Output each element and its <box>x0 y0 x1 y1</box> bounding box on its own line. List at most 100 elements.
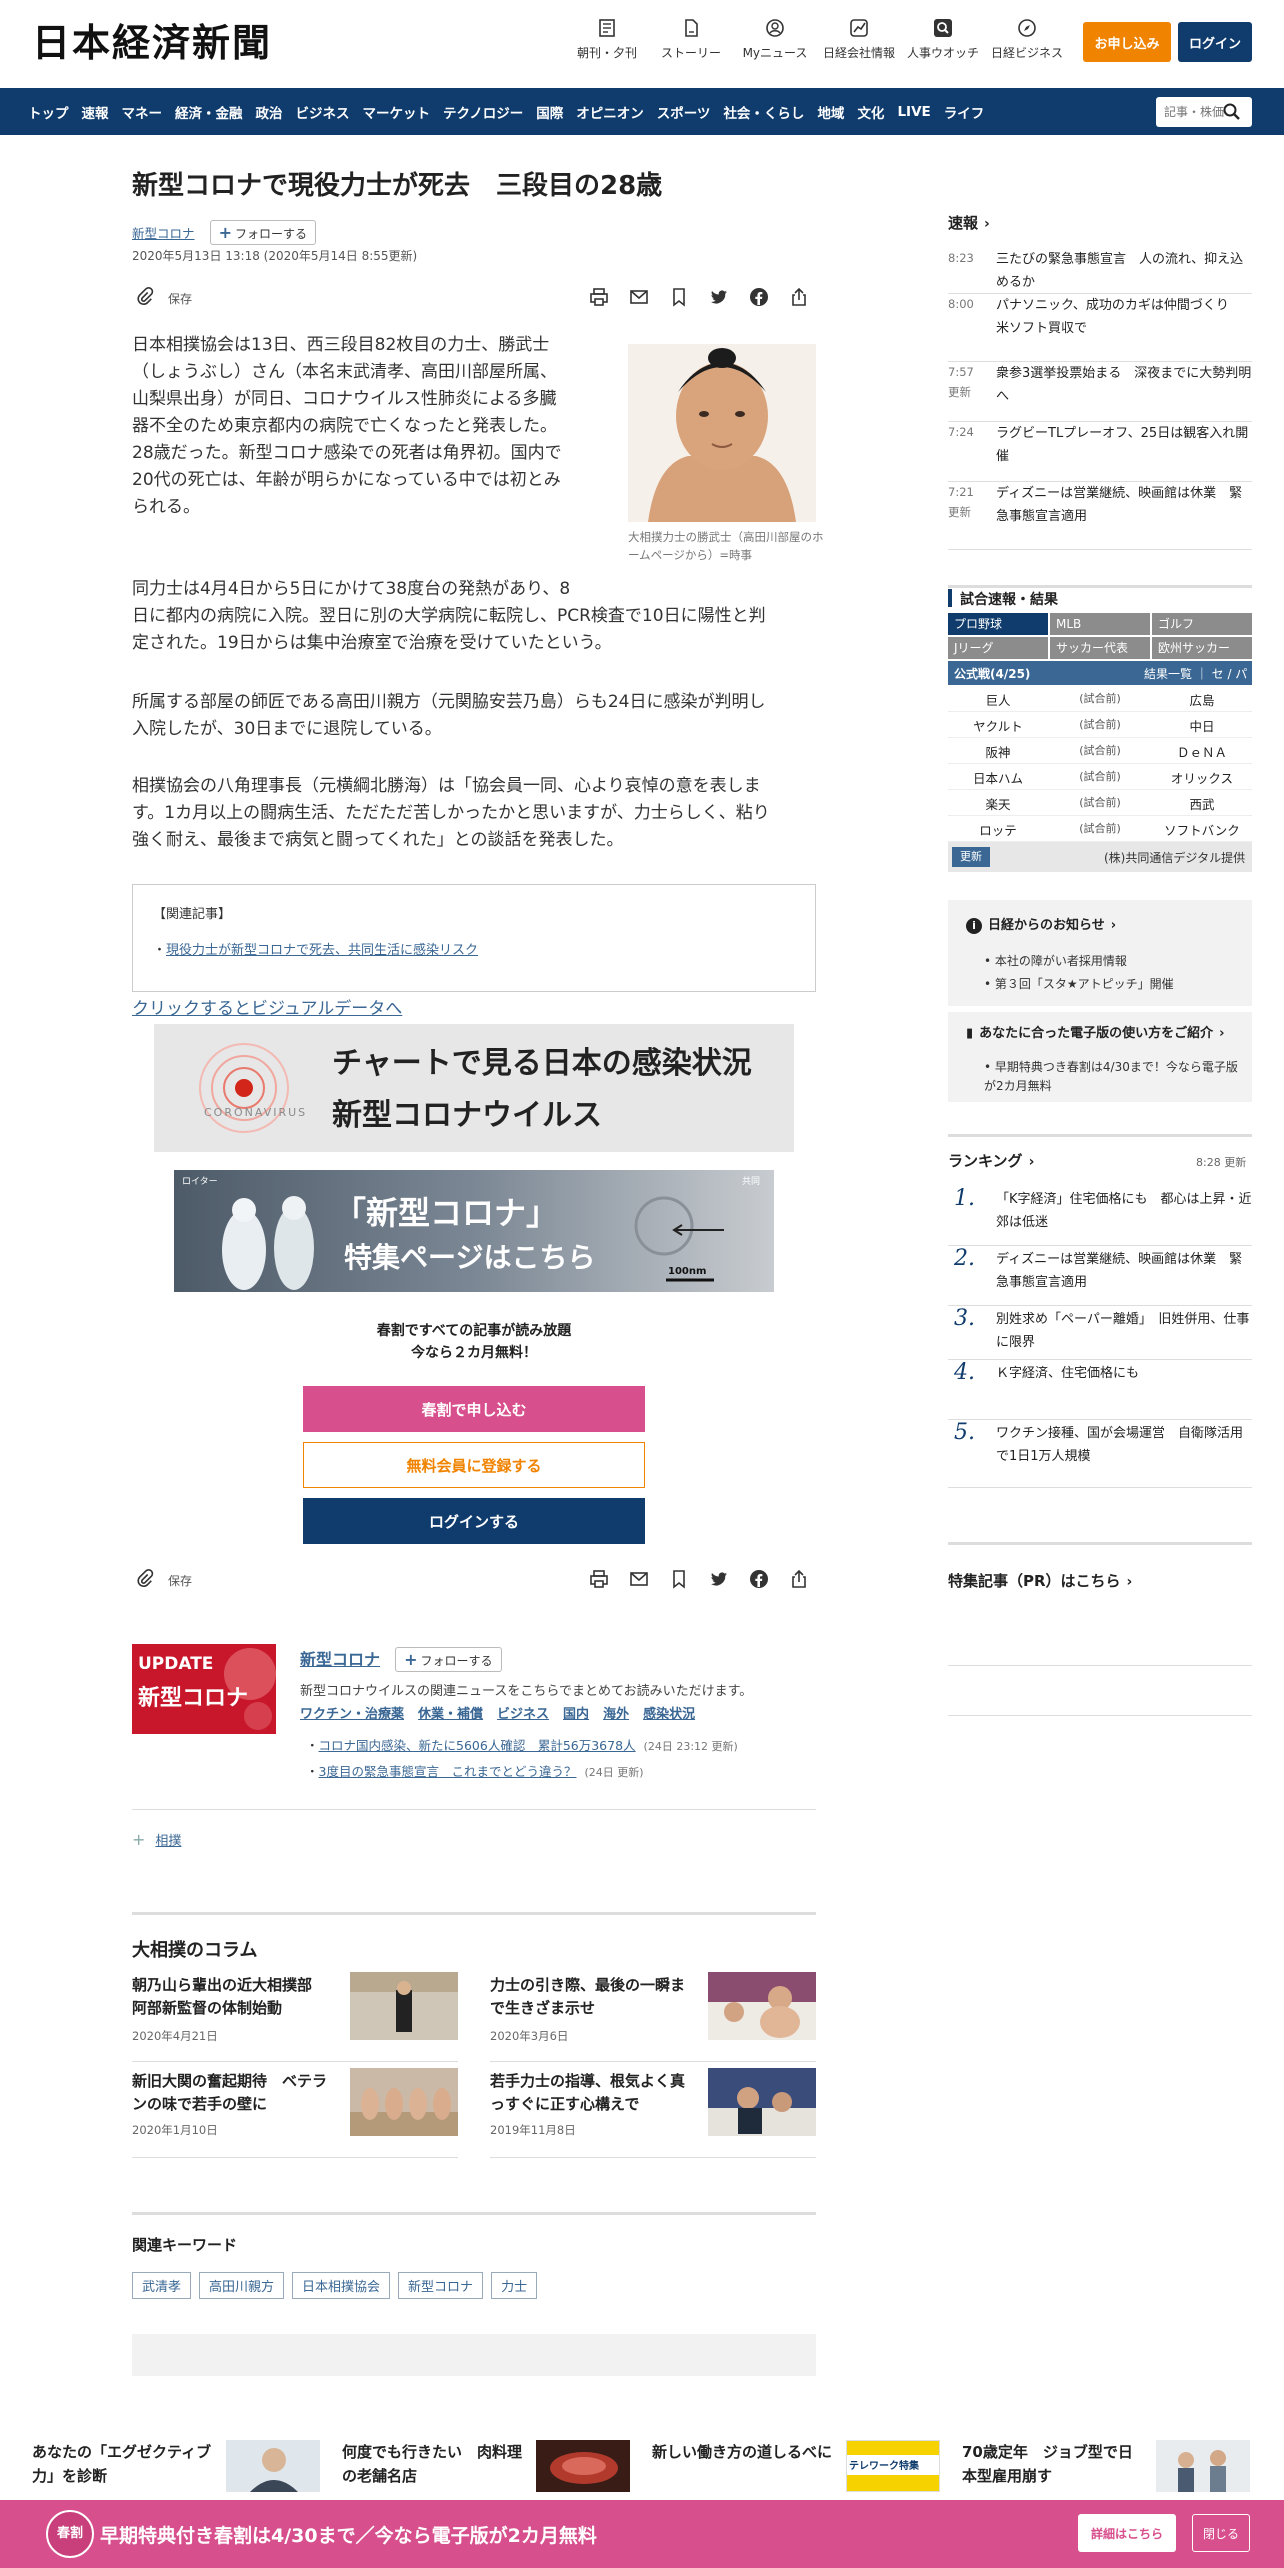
flash-heading[interactable]: 速報 › <box>948 212 990 233</box>
ranking-item[interactable]: 2. ディズニーは営業継続、映画館は休業 緊急事態宣言適用 <box>948 1246 1252 1306</box>
search-icon[interactable] <box>1222 102 1242 122</box>
apply-button[interactable]: お申し込み <box>1083 22 1171 62</box>
nav-item[interactable]: トップ <box>28 102 82 122</box>
column-item[interactable]: 若手力士の指導、根気よく真っすぐに正す心構えで 2019年11月8日 <box>490 2068 816 2158</box>
print-icon[interactable] <box>588 286 610 308</box>
score-game-row[interactable]: 巨人 (試合前) 広島 <box>948 686 1252 712</box>
notice-item[interactable]: • 第３回「スタ★アトピッチ」開催 <box>984 975 1174 992</box>
nav-item[interactable]: 社会・くらし <box>723 102 817 122</box>
save-label[interactable]: 保存 <box>168 290 192 307</box>
topic-sublink[interactable]: ワクチン・治療薬 <box>300 1707 404 1722</box>
twitter-icon[interactable] <box>708 1568 730 1590</box>
score-tab[interactable]: MLB <box>1050 613 1150 635</box>
topic-link[interactable]: 新型コロナ <box>132 226 195 241</box>
keyword-tag[interactable]: 新型コロナ <box>398 2272 484 2299</box>
header-link-jinji[interactable]: 人事ウオッチ <box>898 18 988 61</box>
nav-item[interactable]: 国際 <box>536 102 576 122</box>
share-icon[interactable] <box>788 1568 810 1590</box>
print-icon[interactable] <box>588 1568 610 1590</box>
topic-sublink[interactable]: 休業・補償 <box>418 1707 483 1722</box>
score-tab[interactable]: ゴルフ <box>1152 613 1252 635</box>
nav-item[interactable]: 文化 <box>857 102 897 122</box>
corona-special-banner[interactable]: ロイター 共同 「新型コロナ」 特集ページはこちら 100nm <box>174 1170 774 1292</box>
login-article-button[interactable]: ログインする <box>303 1498 645 1544</box>
share-icon[interactable] <box>788 286 810 308</box>
topic-sublink[interactable]: 感染状況 <box>643 1707 695 1722</box>
recommend-item[interactable]: 70歳定年 ジョブ型で日本型雇用崩す <box>962 2440 1252 2496</box>
nav-item[interactable]: スポーツ <box>657 102 724 122</box>
score-sub-links[interactable]: 結果一覧 ｜ セ / パ <box>1144 665 1247 682</box>
topic-sublink[interactable]: ビジネス <box>497 1707 549 1722</box>
twitter-icon[interactable] <box>708 286 730 308</box>
topic-item-link[interactable]: コロナ国内感染、新たに5606人確認 累計56万3678人 <box>319 1738 636 1753</box>
column-item[interactable]: 新旧大関の奮起期待 ベテランの味で若手の壁に 2020年1月10日 <box>132 2068 458 2158</box>
howto-heading[interactable]: ▮ あなたに合った電子版の使い方をご紹介 › <box>966 1022 1225 1041</box>
close-bar-button[interactable]: 閉じる <box>1192 2514 1250 2552</box>
header-link-business[interactable]: 日経ビジネス <box>982 18 1072 61</box>
subscribe-button[interactable]: 春割で申し込む <box>303 1386 645 1432</box>
detail-button[interactable]: 詳細はこちら <box>1078 2514 1176 2552</box>
visual-data-link[interactable]: クリックするとビジュアルデータへ <box>132 994 402 1019</box>
nav-item[interactable]: ビジネス <box>296 102 363 122</box>
ranking-item[interactable]: 4. Ｋ字経済、住宅価格にも <box>948 1360 1252 1420</box>
ranking-heading[interactable]: ランキング › <box>948 1150 1034 1171</box>
nav-item[interactable]: オピニオン <box>576 102 657 122</box>
score-tab[interactable]: Jリーグ <box>948 637 1048 659</box>
bookmark-icon[interactable] <box>668 286 690 308</box>
paperclip-icon[interactable] <box>136 286 154 308</box>
score-game-row[interactable]: ロッテ (試合前) ソフトバンク <box>948 816 1252 842</box>
nav-item[interactable]: LIVE <box>897 104 943 120</box>
nav-item[interactable]: 経済・金融 <box>175 102 256 122</box>
score-game-row[interactable]: 阪神 (試合前) ＤｅＮＡ <box>948 738 1252 764</box>
score-tab[interactable]: 欧州サッカー <box>1152 637 1252 659</box>
keyword-tag[interactable]: 力士 <box>491 2272 538 2299</box>
subscription-bar-text[interactable]: 早期特典付き春割は4/30まで／今なら電子版が2カ月無料 <box>100 2521 597 2548</box>
howto-item[interactable]: • 早期特典つき春割は4/30まで！今なら電子版が2カ月無料 <box>984 1058 1240 1096</box>
header-link-company[interactable]: 日経会社情報 <box>814 18 904 61</box>
ranking-item[interactable]: 5. ワクチン接種、国が会場運営 自衛隊活用で1日1万人規模 <box>948 1420 1252 1488</box>
nav-item[interactable]: 政治 <box>256 102 296 122</box>
header-link-paper[interactable]: 朝刊・夕刊 <box>562 18 652 61</box>
recommend-item[interactable]: 何度でも行きたい 肉料理の老舗名店 <box>342 2440 632 2496</box>
save-label[interactable]: 保存 <box>168 1572 192 1589</box>
column-item[interactable]: 力士の引き際、最後の一瞬まで生きざま示せ 2020年3月6日 <box>490 1972 816 2062</box>
score-update-button[interactable]: 更新 <box>952 847 990 867</box>
infection-chart-banner[interactable]: CORONAVIRUS チャートで見る日本の感染状況 新型コロナウイルス <box>154 1024 794 1152</box>
notice-item[interactable]: • 本社の障がい者採用情報 <box>984 952 1127 969</box>
score-game-row[interactable]: ヤクルト (試合前) 中日 <box>948 712 1252 738</box>
nav-item[interactable]: テクノロジー <box>443 102 536 122</box>
facebook-icon[interactable] <box>748 286 770 308</box>
mail-icon[interactable] <box>628 1568 650 1590</box>
notice-heading[interactable]: i 日経からのお知らせ › <box>966 914 1116 934</box>
nav-item[interactable]: ライフ <box>944 102 998 122</box>
free-register-button[interactable]: 無料会員に登録する <box>303 1442 645 1488</box>
nav-item[interactable]: 速報 <box>82 102 122 122</box>
topic-sublink[interactable]: 海外 <box>603 1707 629 1722</box>
topic-box-title[interactable]: 新型コロナ <box>300 1650 380 1669</box>
topic-sublink[interactable]: 国内 <box>563 1707 589 1722</box>
header-link-mynews[interactable]: Myニュース <box>730 18 820 61</box>
score-tab[interactable]: プロ野球 <box>948 613 1048 635</box>
ranking-item[interactable]: 3. 別姓求め「ペーパー離婚」 旧姓併用、仕事に限界 <box>948 1306 1252 1360</box>
topic-image[interactable]: UPDATE 新型コロナ <box>132 1644 276 1734</box>
score-tab[interactable]: サッカー代表 <box>1050 637 1150 659</box>
topic-item-link[interactable]: 3度目の緊急事態宣言 これまでとどう違う？ <box>319 1764 577 1779</box>
flash-news-item[interactable]: 7:24 ラグビーTLプレーオフ、25日は観客入れ開催 <box>948 422 1252 482</box>
ranking-item[interactable]: 1. 「K字経済」住宅価格にも 都心は上昇・近郊は低迷 <box>948 1186 1252 1246</box>
keyword-tag[interactable]: 日本相撲協会 <box>292 2272 391 2299</box>
recommend-item[interactable]: 新しい働き方の道しるべに テレワーク特集 <box>652 2440 942 2496</box>
column-item[interactable]: 朝乃山ら輩出の近大相撲部 阿部新監督の体制始動 2020年4月21日 <box>132 1972 458 2062</box>
related-link[interactable]: 現役力士が新型コロナで死去、共同生活に感染リスク <box>166 943 478 958</box>
flash-news-item[interactable]: 7:21更新 ディズニーは営業継続、映画館は休業 緊急事態宣言適用 <box>948 482 1252 550</box>
nikkei-logo[interactable]: 日本経済新聞 <box>32 20 272 66</box>
header-link-story[interactable]: ストーリー <box>646 18 736 61</box>
recommend-item[interactable]: あなたの「エグゼクティブ力」を診断 <box>32 2440 322 2496</box>
login-button[interactable]: ログイン <box>1178 22 1252 62</box>
flash-news-item[interactable]: 8:00 パナソニック、成功のカギは仲間づくり 米ソフト買収で <box>948 294 1252 362</box>
nav-item[interactable]: 地域 <box>817 102 857 122</box>
facebook-icon[interactable] <box>748 1568 770 1590</box>
follow-button[interactable]: + フォローする <box>395 1647 502 1672</box>
keyword-tag[interactable]: 高田川親方 <box>199 2272 285 2299</box>
paperclip-icon[interactable] <box>136 1568 154 1590</box>
pr-heading[interactable]: 特集記事（PR）はこちら › <box>948 1570 1132 1591</box>
